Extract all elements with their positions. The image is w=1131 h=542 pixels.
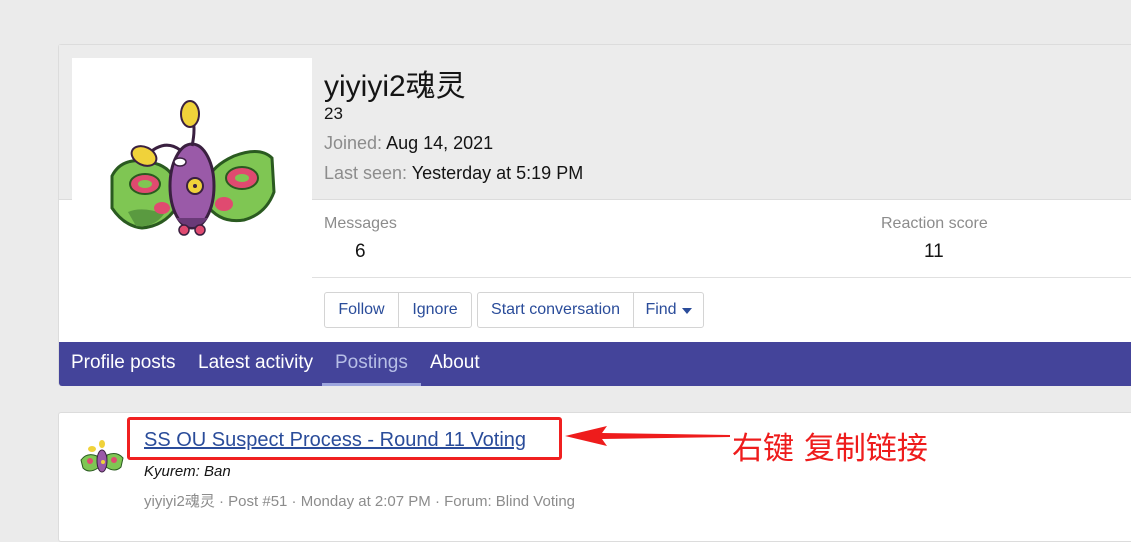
ignore-button[interactable]: Ignore xyxy=(398,293,471,327)
annotation-text: 右键 复制链接 xyxy=(732,431,928,467)
follow-ignore-group: Follow Ignore xyxy=(324,292,472,328)
joined-row: Joined: Aug 14, 2021 xyxy=(324,133,493,154)
post-meta: yiyiyi2魂灵 · Post #51 · Monday at 2:07 PM… xyxy=(144,493,576,510)
pokemon-sprite-icon xyxy=(110,100,276,236)
avatar[interactable] xyxy=(72,58,312,298)
user-title: 23 xyxy=(324,104,343,123)
messages-stat-value[interactable]: 6 xyxy=(355,241,366,263)
stats-divider xyxy=(312,277,1131,278)
tab-profile-posts[interactable]: Profile posts xyxy=(71,342,176,386)
annotation-highlight-box xyxy=(127,417,562,460)
reaction-score-label: Reaction score xyxy=(881,215,988,232)
joined-value: Aug 14, 2021 xyxy=(386,133,494,153)
last-seen-label: Last seen: xyxy=(324,163,408,183)
profile-tabs: Profile posts Latest activity Postings A… xyxy=(59,342,1131,386)
find-dropdown-button[interactable]: Find xyxy=(633,293,703,327)
last-seen-value: Yesterday at 5:19 PM xyxy=(411,163,584,183)
tab-postings[interactable]: Postings xyxy=(322,342,421,386)
profile-card: yiyiyi2魂灵 23 Joined: Aug 14, 2021 Last s… xyxy=(58,44,1131,386)
post-avatar-icon[interactable] xyxy=(79,440,125,478)
tab-about[interactable]: About xyxy=(430,342,480,386)
joined-label: Joined: xyxy=(324,133,383,153)
post-snippet: Kyurem: Ban xyxy=(144,463,231,480)
tab-latest-activity[interactable]: Latest activity xyxy=(198,342,313,386)
profile-username: yiyiyi2魂灵 xyxy=(324,70,466,103)
messages-stat-label: Messages xyxy=(324,215,397,232)
annotation-arrow-icon xyxy=(565,426,730,446)
find-label: Find xyxy=(645,301,677,318)
caret-down-icon xyxy=(681,308,692,314)
reaction-score-value: 11 xyxy=(924,241,944,262)
start-conversation-button[interactable]: Start conversation xyxy=(478,293,633,327)
follow-button[interactable]: Follow xyxy=(325,293,398,327)
last-seen-row: Last seen: Yesterday at 5:19 PM xyxy=(324,163,583,184)
conversation-find-group: Start conversation Find xyxy=(477,292,704,328)
